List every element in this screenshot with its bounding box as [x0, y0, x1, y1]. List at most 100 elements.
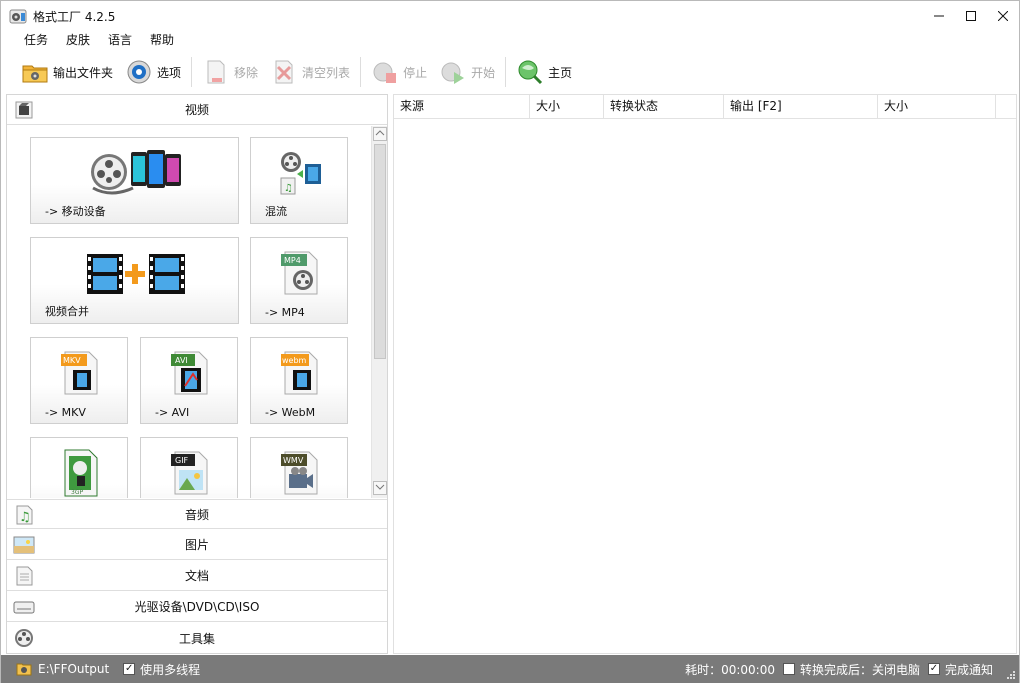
toolbar-separator	[191, 57, 193, 87]
column-size[interactable]: 大小	[530, 95, 604, 118]
tile-webm[interactable]: webm -> WebM	[250, 337, 348, 424]
start-icon	[441, 62, 465, 84]
tile-mkv-label: -> MKV	[45, 406, 86, 419]
maximize-button[interactable]	[955, 1, 987, 31]
tile-3gp[interactable]: 3GP	[30, 437, 128, 498]
mkv-file-icon: MKV	[61, 351, 98, 395]
stop-label: 停止	[403, 65, 428, 80]
chevron-up-icon	[375, 130, 385, 136]
globe-search-icon	[518, 60, 543, 85]
remove-button[interactable]: 移除	[196, 55, 264, 89]
tile-mux-label: 混流	[265, 205, 287, 218]
tile-webm-label: -> WebM	[265, 406, 316, 419]
output-path[interactable]: E:\FFOutput	[38, 662, 109, 676]
category-disc[interactable]: 光驱设备\DVD\CD\ISO	[7, 592, 387, 622]
wmv-file-icon: WMV	[281, 451, 318, 495]
start-button[interactable]: 开始	[433, 55, 501, 89]
category-video[interactable]: 视频	[7, 95, 387, 125]
3gp-badge: 3GP	[71, 489, 83, 496]
column-source[interactable]: 来源	[394, 95, 530, 118]
webm-badge: webm	[282, 356, 307, 365]
start-label: 开始	[471, 65, 496, 80]
picture-icon	[13, 536, 35, 554]
gear-icon	[127, 60, 151, 84]
document-icon	[16, 566, 33, 586]
app-window: 格式工厂 4.2.5 任务 皮肤 语言 帮助 输出文件夹 选项 移除 清空列表 …	[0, 0, 1020, 683]
task-table-header: 来源 大小 转换状态 输出 [F2] 大小	[394, 95, 1016, 119]
tile-mobile-device-label: -> 移动设备	[45, 205, 106, 218]
menu-skin[interactable]: 皮肤	[57, 31, 99, 51]
tools-reel-icon	[15, 629, 33, 647]
tile-video-join[interactable]: 视频合并	[30, 237, 239, 324]
tile-wmv[interactable]: WMV	[250, 437, 348, 498]
tile-mux[interactable]: ♫ 混流	[250, 137, 348, 224]
clear-list-button[interactable]: 清空列表	[264, 55, 356, 89]
options-button[interactable]: 选项	[119, 55, 187, 89]
close-button[interactable]	[987, 1, 1019, 31]
column-status[interactable]: 转换状态	[604, 95, 724, 118]
gif-file-icon: GIF	[171, 451, 208, 495]
video-join-icon	[87, 254, 185, 294]
notify-checkbox[interactable]: ✓	[927, 663, 940, 675]
webm-file-icon: webm	[281, 351, 318, 395]
tile-gif[interactable]: GIF	[140, 437, 238, 498]
tile-mkv[interactable]: MKV -> MKV	[30, 337, 128, 424]
resize-grip-icon[interactable]	[1006, 670, 1016, 680]
scroll-thumb[interactable]	[374, 144, 386, 359]
chevron-down-icon	[375, 484, 385, 490]
remove-label: 移除	[234, 65, 259, 80]
stop-icon	[373, 62, 397, 83]
category-image[interactable]: 图片	[7, 530, 387, 560]
scroll-up-button[interactable]	[373, 127, 387, 141]
column-output[interactable]: 输出 [F2]	[724, 95, 878, 118]
category-audio[interactable]: ♫ 音频	[7, 499, 387, 529]
category-document-label: 文档	[184, 569, 209, 583]
minimize-icon	[934, 15, 944, 17]
tiles-scrollbar[interactable]	[371, 126, 387, 498]
mkv-badge: MKV	[63, 356, 81, 365]
options-label: 选项	[157, 65, 182, 80]
category-video-label: 视频	[184, 103, 209, 117]
tile-video-join-label: 视频合并	[45, 305, 89, 318]
3gp-file-icon: 3GP	[64, 449, 98, 497]
category-audio-label: 音频	[184, 507, 209, 522]
multithread-checkbox[interactable]: ✓	[123, 663, 136, 675]
stop-button[interactable]: 停止	[365, 55, 433, 89]
toolbar: 输出文件夹 选项 移除 清空列表 停止 开始 主页	[1, 53, 1019, 91]
menu-task[interactable]: 任务	[15, 31, 57, 51]
mp4-file-icon: MP4	[281, 251, 318, 295]
avi-file-icon: AVI	[171, 351, 208, 395]
menu-language[interactable]: 语言	[99, 31, 141, 51]
svg-text:♫: ♫	[19, 510, 31, 525]
after-convert-label[interactable]: 转换完成后：关闭电脑	[800, 661, 920, 678]
close-icon	[998, 11, 1008, 21]
output-folder-button[interactable]: 输出文件夹	[15, 55, 119, 89]
tile-mp4[interactable]: MP4 -> MP4	[250, 237, 348, 324]
column-output-size[interactable]: 大小	[878, 95, 996, 118]
elapsed-time: 耗时：00:00:00	[685, 662, 775, 677]
task-list-panel[interactable]: 来源 大小 转换状态 输出 [F2] 大小	[393, 94, 1017, 654]
menu-help[interactable]: 帮助	[141, 31, 183, 51]
category-document[interactable]: 文档	[7, 561, 387, 591]
tile-mobile-device[interactable]: -> 移动设备	[30, 137, 239, 224]
category-tools-label: 工具集	[178, 631, 215, 646]
home-button[interactable]: 主页	[510, 55, 578, 89]
category-panel: 视频 -> 移动设备 ♫ 混流 视频合并 MP4 -> MP4 MKV -> M…	[6, 94, 388, 654]
optical-drive-icon	[13, 601, 35, 614]
home-label: 主页	[548, 65, 573, 80]
gif-badge: GIF	[175, 456, 189, 465]
menu-bar: 任务 皮肤 语言 帮助	[15, 31, 183, 51]
window-title: 格式工厂 4.2.5	[33, 9, 116, 24]
minimize-button[interactable]	[923, 1, 955, 31]
clear-list-icon	[275, 60, 293, 84]
category-image-label: 图片	[184, 538, 209, 552]
output-folder-icon[interactable]	[16, 662, 32, 676]
tile-avi[interactable]: AVI -> AVI	[140, 337, 238, 424]
scroll-down-button[interactable]	[373, 481, 387, 495]
toolbar-separator	[505, 57, 507, 87]
category-tools[interactable]: 工具集	[7, 623, 387, 653]
toolbar-separator	[360, 57, 362, 87]
category-disc-label: 光驱设备\DVD\CD\ISO	[134, 600, 260, 614]
avi-badge: AVI	[175, 356, 188, 365]
after-convert-checkbox[interactable]	[782, 663, 795, 675]
